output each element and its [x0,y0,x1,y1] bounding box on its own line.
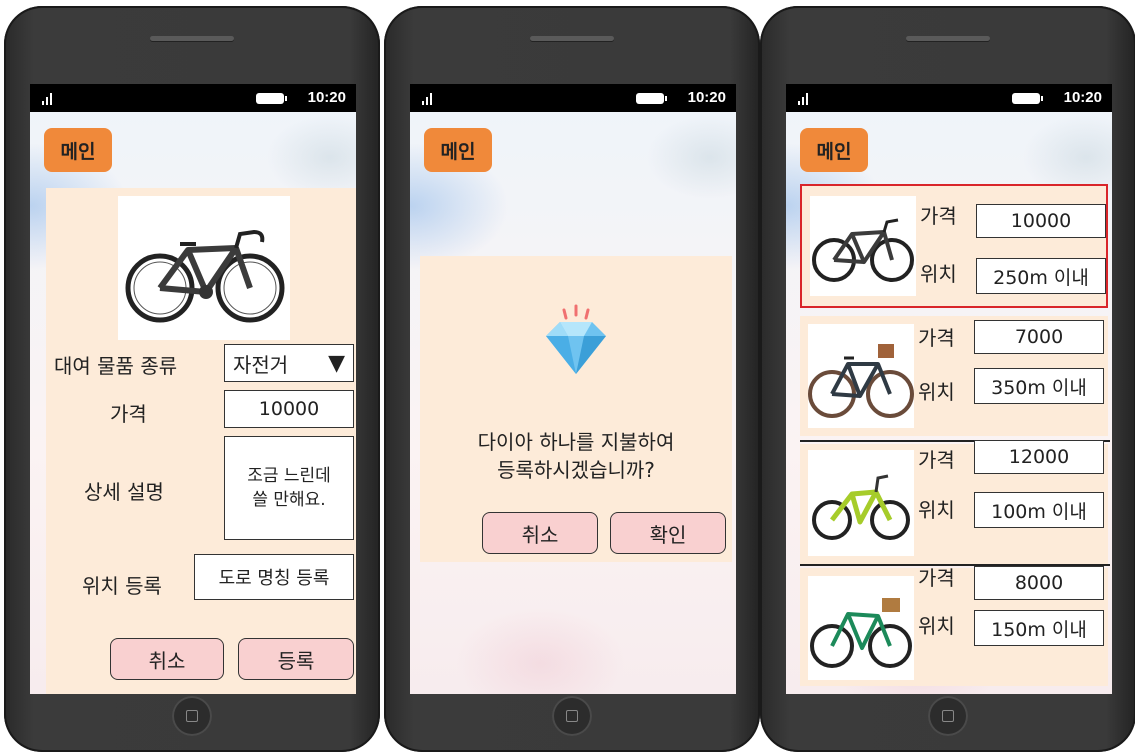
location-label: 위치 [918,498,955,522]
phone-rental-list: 10:20 메인 가격 10000 위치 250m 이내 가격 7000 위치 … [760,6,1135,752]
status-time: 10:20 [307,89,346,106]
confirm-message-line1: 다이아 하나를 지불하여 [477,430,675,454]
bike-thumbnail [808,576,914,680]
rental-list: 가격 10000 위치 250m 이내 가격 7000 위치 350m 이내 가… [800,184,1110,690]
main-button[interactable]: 메인 [424,128,492,172]
signal-icon [798,91,812,105]
status-bar: 10:20 [30,84,356,112]
screen-list: 10:20 메인 가격 10000 위치 250m 이내 가격 7000 위치 … [786,84,1112,694]
price-value: 8000 [974,566,1104,600]
list-item[interactable]: 가격 10000 위치 250m 이내 [800,184,1108,308]
rental-type-value: 자전거 [233,352,289,377]
price-input[interactable]: 10000 [224,390,354,428]
bike-thumbnail [808,324,914,428]
location-value: 150m 이내 [974,610,1104,646]
location-label: 위치 [920,262,957,286]
price-value: 10000 [976,204,1106,238]
screen-confirm: 10:20 메인 다이아 하나를 지불하여 등록하시겠습니까? 취소 확인 [410,84,736,694]
description-label: 상세 설명 [84,480,164,504]
price-label: 가격 [920,204,957,228]
list-item[interactable]: 가격 8000 위치 150m 이내 [800,566,1108,686]
status-bar: 10:20 [786,84,1112,112]
rental-type-label: 대여 물품 종류 [54,354,178,378]
main-button[interactable]: 메인 [44,128,112,172]
location-value: 350m 이내 [974,368,1104,404]
battery-icon [636,93,667,104]
battery-icon [256,93,287,104]
status-time: 10:20 [1063,89,1102,106]
description-textarea[interactable]: 조금 느린데 쓸 만해요. [224,436,354,540]
price-label: 가격 [918,448,955,472]
screen-register: 10:20 메인 대여 물품 종류 자전거 ▼ 가격 10000 상세 설명 조… [30,84,356,694]
speaker [530,36,614,41]
list-item[interactable]: 가격 12000 위치 100m 이내 [800,440,1108,564]
cancel-button[interactable]: 취소 [110,638,224,680]
signal-icon [422,91,436,105]
dropdown-arrow-icon: ▼ [328,350,345,376]
location-label: 위치 등록 [82,574,162,598]
diamond-icon [536,302,616,382]
price-label: 가격 [918,326,955,350]
dialog-cancel-button[interactable]: 취소 [482,512,598,554]
battery-icon [1012,93,1043,104]
register-panel: 대여 물품 종류 자전거 ▼ 가격 10000 상세 설명 조금 느린데 쓸 만… [46,188,356,694]
status-time: 10:20 [687,89,726,106]
confirm-dialog: 다이아 하나를 지불하여 등록하시겠습니까? 취소 확인 [420,256,732,562]
home-button[interactable] [172,696,212,736]
price-label: 가격 [918,566,955,590]
speaker [906,36,990,41]
signal-icon [42,91,56,105]
bike-thumbnail [808,450,914,556]
home-button[interactable] [552,696,592,736]
dialog-confirm-button[interactable]: 확인 [610,512,726,554]
home-button[interactable] [928,696,968,736]
bike-thumbnail [810,196,916,296]
register-button[interactable]: 등록 [238,638,354,680]
price-value: 7000 [974,320,1104,354]
speaker [150,36,234,41]
description-line1: 조금 느린데 [247,466,331,486]
price-value: 12000 [974,440,1104,474]
status-bar: 10:20 [410,84,736,112]
list-item[interactable]: 가격 7000 위치 350m 이내 [800,316,1108,436]
main-button[interactable]: 메인 [800,128,868,172]
road-name-register-button[interactable]: 도로 명칭 등록 [194,554,354,600]
location-value: 100m 이내 [974,492,1104,528]
location-label: 위치 [918,380,955,404]
price-label: 가격 [110,402,147,426]
phone-confirm-dialog: 10:20 메인 다이아 하나를 지불하여 등록하시겠습니까? 취소 확인 [384,6,760,752]
confirm-message-line2: 등록하시겠습니까? [497,458,655,482]
bike-photo [118,196,290,340]
phone-register-form: 10:20 메인 대여 물품 종류 자전거 ▼ 가격 10000 상세 설명 조… [4,6,380,752]
location-value: 250m 이내 [976,258,1106,294]
location-label: 위치 [918,614,955,638]
description-line2: 쓸 만해요. [252,490,326,510]
rental-type-select[interactable]: 자전거 ▼ [224,344,354,382]
